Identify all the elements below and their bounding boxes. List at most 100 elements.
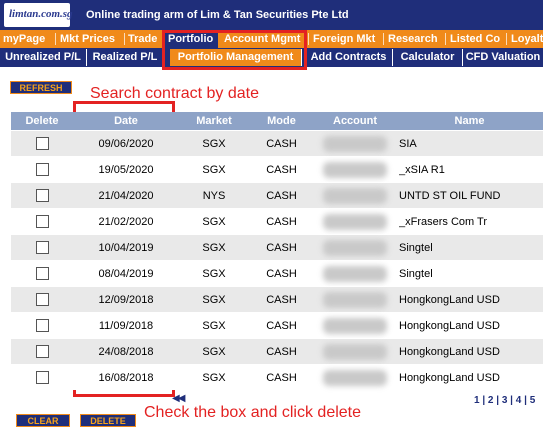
table-row: 21/04/2020 NYS CASH UNTD ST OIL FUND <box>11 182 543 208</box>
cell-date: 21/02/2020 <box>98 216 154 228</box>
cell-mode: CASH <box>266 242 297 254</box>
cell-name: Singtel <box>399 242 433 254</box>
cell-mode: CASH <box>266 138 297 150</box>
col-name[interactable]: Name <box>396 112 543 130</box>
nav-divider <box>308 33 309 45</box>
nav-foreign-mkt[interactable]: Foreign Mkt <box>313 30 375 48</box>
cell-account-redacted <box>323 318 387 334</box>
cell-mode: CASH <box>266 346 297 358</box>
table-row: 10/04/2019 SGX CASH Singtel <box>11 234 543 260</box>
cell-name: UNTD ST OIL FUND <box>399 190 501 202</box>
nav-listed-co[interactable]: Listed Co <box>450 30 500 48</box>
cell-account-redacted <box>323 292 387 308</box>
nav-mkt-prices[interactable]: Mkt Prices <box>60 30 115 48</box>
annotation-check-and-delete: Check the box and click delete <box>144 404 362 421</box>
table-row: 09/06/2020 SGX CASH SIA <box>11 130 543 156</box>
pagination: 1 | 2 | 3 | 4 | 5 <box>474 395 536 406</box>
cell-name: HongkongLand USD <box>399 320 500 332</box>
col-account[interactable]: Account <box>314 112 396 130</box>
delete-checkbox[interactable] <box>36 293 49 306</box>
cell-name: _xSIA R1 <box>399 164 445 176</box>
cell-mode: CASH <box>266 190 297 202</box>
nav-divider <box>124 33 125 45</box>
highlight-portfolio-nav <box>162 30 307 70</box>
delete-checkbox[interactable] <box>36 345 49 358</box>
cell-mode: CASH <box>266 372 297 384</box>
delete-checkbox[interactable] <box>36 189 49 202</box>
cell-market: SGX <box>202 268 226 280</box>
nav-mypage[interactable]: myPage <box>3 30 45 48</box>
cell-account-redacted <box>323 370 387 386</box>
cell-date: 21/04/2020 <box>98 190 154 202</box>
cell-market: SGX <box>202 242 226 254</box>
nav-loyalty[interactable]: Loyalty <box>511 30 543 48</box>
nav-divider <box>445 33 446 45</box>
col-mode[interactable]: Mode <box>249 112 314 130</box>
col-market[interactable]: Market <box>179 112 249 130</box>
table-header: Delete Date Market Mode Account Name <box>11 112 543 130</box>
delete-button[interactable]: DELETE <box>80 414 136 427</box>
cell-mode: CASH <box>266 216 297 228</box>
cell-account-redacted <box>323 214 387 230</box>
subnav-calculator[interactable]: Calculator <box>393 49 463 66</box>
table-row: 19/05/2020 SGX CASH _xSIA R1 <box>11 156 543 182</box>
delete-checkbox[interactable] <box>36 371 49 384</box>
refresh-button[interactable]: REFRESH <box>10 81 72 94</box>
cell-mode: CASH <box>266 320 297 332</box>
cell-account-redacted <box>323 136 387 152</box>
cell-mode: CASH <box>266 268 297 280</box>
delete-checkbox[interactable] <box>36 267 49 280</box>
cell-market: SGX <box>202 372 226 384</box>
cell-name: HongkongLand USD <box>399 294 500 306</box>
table-row: 08/04/2019 SGX CASH Singtel <box>11 260 543 286</box>
nav-trade[interactable]: Trade <box>128 30 157 48</box>
table-row: 21/02/2020 SGX CASH _xFrasers Com Tr <box>11 208 543 234</box>
page-link-3[interactable]: 3 <box>502 395 508 406</box>
nav-divider <box>383 33 384 45</box>
page-link-1[interactable]: 1 <box>474 395 480 406</box>
cell-market: NYS <box>202 190 226 202</box>
col-date[interactable]: Date <box>73 112 179 130</box>
delete-checkbox[interactable] <box>36 215 49 228</box>
cell-date: 09/06/2020 <box>98 138 154 150</box>
limtan-logo[interactable]: limtan.com.sg <box>4 3 73 27</box>
cell-date: 19/05/2020 <box>98 164 154 176</box>
cell-mode: CASH <box>266 294 297 306</box>
subnav-unrealized-pl[interactable]: Unrealized P/L <box>0 49 87 66</box>
cell-market: SGX <box>202 294 226 306</box>
cell-name: _xFrasers Com Tr <box>399 216 488 228</box>
cell-date: 08/04/2019 <box>98 268 154 280</box>
cell-date: 11/09/2018 <box>98 320 154 332</box>
cell-date: 24/08/2018 <box>98 346 154 358</box>
cell-account-redacted <box>323 240 387 256</box>
double-left-arrow-icon[interactable]: ◀◀ <box>172 393 185 404</box>
cell-account-redacted <box>323 188 387 204</box>
table-row: 11/09/2018 SGX CASH HongkongLand USD <box>11 312 543 338</box>
logo-text: limtan.com.sg <box>9 8 73 20</box>
cell-name: SIA <box>399 138 417 150</box>
cell-date: 12/09/2018 <box>98 294 154 306</box>
cell-name: HongkongLand USD <box>399 346 500 358</box>
annotation-search-by-date: Search contract by date <box>90 85 259 102</box>
subnav-cfd-valuation[interactable]: CFD Valuation <box>463 49 543 66</box>
cell-market: SGX <box>202 346 226 358</box>
table-row: 16/08/2018 SGX CASH HongkongLand USD <box>11 364 543 390</box>
delete-checkbox[interactable] <box>36 241 49 254</box>
page-link-2[interactable]: 2 <box>488 395 494 406</box>
page-link-4[interactable]: 4 <box>516 395 522 406</box>
delete-checkbox[interactable] <box>36 163 49 176</box>
clear-button[interactable]: CLEAR <box>16 414 70 427</box>
cell-date: 16/08/2018 <box>98 372 154 384</box>
page-link-5[interactable]: 5 <box>530 395 536 406</box>
cell-name: HongkongLand USD <box>399 372 500 384</box>
nav-research[interactable]: Research <box>388 30 438 48</box>
cell-market: SGX <box>202 138 226 150</box>
delete-checkbox[interactable] <box>36 319 49 332</box>
cell-market: SGX <box>202 216 226 228</box>
subnav-realized-pl[interactable]: Realized P/L <box>87 49 164 66</box>
delete-checkbox[interactable] <box>36 137 49 150</box>
subnav-add-contracts[interactable]: Add Contracts <box>305 49 393 66</box>
header-tagline: Online trading arm of Lim & Tan Securiti… <box>86 9 349 21</box>
table-row: 24/08/2018 SGX CASH HongkongLand USD <box>11 338 543 364</box>
cell-account-redacted <box>323 344 387 360</box>
